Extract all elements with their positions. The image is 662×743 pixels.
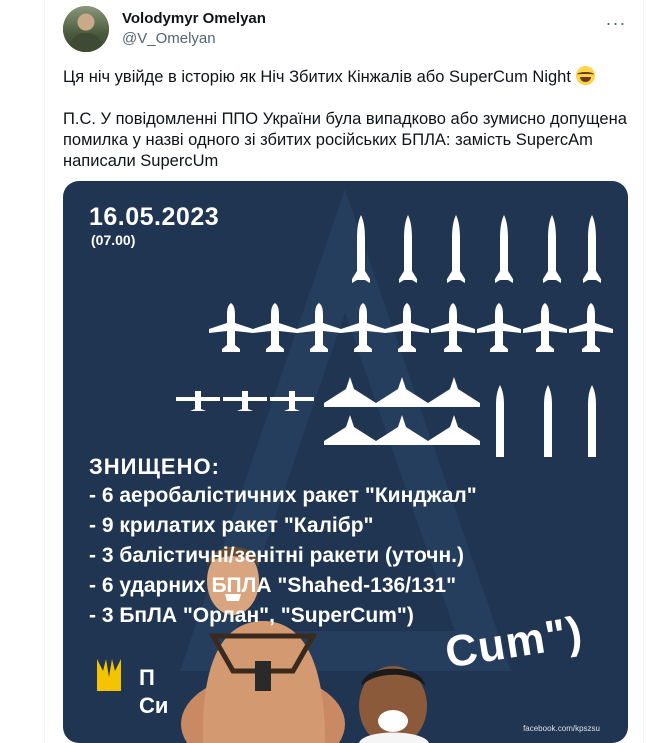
infographic-footer: facebook.com/kpszsu (523, 724, 600, 733)
logo-text-line-2: Си (139, 693, 169, 718)
infographic-title: ЗНИЩЕНО: (89, 454, 220, 479)
destroyed-item: - 6 аеробалістичних ракет "Кинджал" (89, 484, 477, 507)
meme-man-right (359, 666, 429, 743)
infographic-date: 16.05.2023 (89, 203, 220, 231)
trident-icon (97, 659, 121, 691)
tweet-image[interactable]: 16.05.2023 (07.00) ЗНИЩЕНО: - 6 аеробалі… (63, 181, 628, 743)
orlan-drones (176, 391, 314, 411)
more-horizontal-icon: ··· (605, 12, 627, 33)
tweet-paragraph-2: П.С. У повідомленні ППО України була вип… (63, 110, 627, 170)
avatar[interactable] (63, 6, 109, 52)
destroyed-item: - 3 балістичні/зенітні ракети (уточн.) (89, 544, 464, 567)
destroyed-item: - 6 ударних БПЛА "Shahed-136/131" (89, 574, 457, 597)
destroyed-list: - 6 аеробалістичних ракет "Кинджал" - 9 … (89, 481, 477, 631)
destroyed-item: - 9 крилатих ракет "Калібр" (89, 514, 374, 537)
tweet-line-1: Ця ніч увійде в історію як Ніч Збитих Кі… (63, 68, 571, 86)
ballistic-missiles (496, 385, 596, 457)
face-with-tears-of-joy-icon (575, 66, 595, 85)
tweet-card[interactable]: Volodymyr Omelyan @V_Omelyan ··· Ця ніч … (44, 0, 644, 743)
kinzhal-missiles (352, 215, 601, 283)
author-handle[interactable]: @V_Omelyan (122, 30, 266, 48)
logo-text-line-1: П (139, 665, 155, 690)
kalibr-missiles (209, 303, 613, 352)
author-display-name[interactable]: Volodymyr Omelyan (122, 10, 266, 28)
more-options-button[interactable]: ··· (603, 10, 629, 36)
destroyed-item: - 3 БпЛА "Орлан", "SuperCum") (89, 604, 414, 627)
author-block: Volodymyr Omelyan @V_Omelyan (122, 10, 266, 48)
infographic-time: (07.00) (91, 232, 136, 248)
tweet-paragraph-1: Ця ніч увійде в історію як Ніч Збитих Кі… (63, 66, 633, 88)
tweet-text: Ця ніч увійде в історію як Ніч Збитих Кі… (63, 66, 633, 172)
